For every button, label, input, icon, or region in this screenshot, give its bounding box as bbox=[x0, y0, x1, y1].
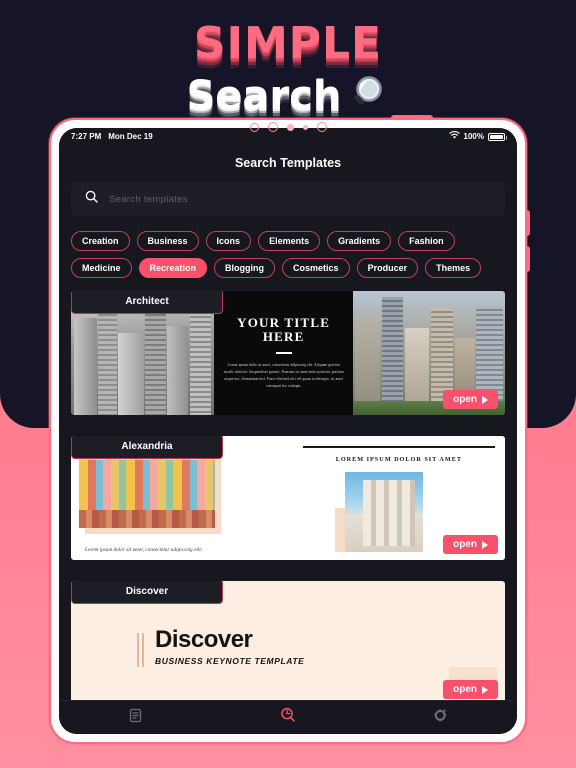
search-section: Search templates bbox=[59, 182, 517, 216]
hero-line-simple: SIMPLE bbox=[193, 18, 383, 69]
search-placeholder: Search templates bbox=[109, 193, 188, 205]
card-image-architecture bbox=[344, 472, 423, 552]
tag-recreation[interactable]: Recreation bbox=[138, 258, 208, 278]
status-bar-right: 100% bbox=[448, 131, 507, 142]
search-icon bbox=[280, 707, 296, 728]
tag-creation[interactable]: Creation bbox=[71, 231, 130, 251]
page-title: Search Templates bbox=[234, 156, 342, 170]
open-button-discover[interactable]: open bbox=[443, 680, 498, 699]
open-button-architect[interactable]: open bbox=[443, 390, 498, 409]
hero-title: SIMPLE Search bbox=[0, 18, 576, 122]
card-text-discover: Discover BUSINESS KEYNOTE TEMPLATE bbox=[155, 626, 305, 667]
nav-item-settings[interactable] bbox=[421, 705, 461, 731]
volume-up-button[interactable] bbox=[525, 210, 530, 236]
status-bar: 7:27 PM Mon Dec 19 100% bbox=[59, 128, 517, 145]
card-content-discover: Discover BUSINESS KEYNOTE TEMPLATE bbox=[71, 619, 505, 667]
nav-item-search[interactable] bbox=[268, 705, 308, 731]
open-button-alexandria[interactable]: open bbox=[443, 535, 498, 554]
nav-item-documents[interactable] bbox=[115, 705, 155, 731]
tag-icons[interactable]: Icons bbox=[205, 231, 252, 251]
document-list-icon bbox=[128, 708, 143, 728]
accent-bar-2 bbox=[142, 633, 144, 667]
card-title-discover: Discover bbox=[155, 626, 253, 653]
open-button-label: open bbox=[453, 684, 477, 695]
tag-fashion[interactable]: Fashion bbox=[398, 231, 455, 251]
tag-business[interactable]: Business bbox=[136, 231, 199, 251]
magnifier-icon bbox=[345, 72, 392, 122]
volume-down-button[interactable] bbox=[525, 246, 530, 272]
card-divider bbox=[275, 351, 292, 355]
tablet-device: 7:27 PM Mon Dec 19 100% Search Templates bbox=[49, 115, 530, 744]
accent-bars bbox=[137, 633, 144, 667]
tag-cosmetics[interactable]: Cosmetics bbox=[282, 258, 350, 278]
tag-elements[interactable]: Elements bbox=[258, 231, 321, 251]
search-input[interactable]: Search templates bbox=[71, 182, 505, 216]
battery-percent: 100% bbox=[463, 132, 484, 141]
card-caption-alexandria: Lorem ipsum dolor sit amet, consectetur … bbox=[85, 548, 203, 553]
play-triangle-icon bbox=[482, 395, 488, 404]
battery-full-icon bbox=[488, 132, 507, 141]
tag-blogging[interactable]: Blogging bbox=[214, 258, 276, 278]
tag-gradients[interactable]: Gradients bbox=[327, 231, 392, 251]
template-card-architect[interactable]: Architect YOUR TITLE HERE Lorem ipsum do bbox=[71, 291, 505, 415]
template-card-alexandria[interactable]: Alexandria Lorem ipsum dolor sit amet, c… bbox=[71, 436, 505, 560]
play-triangle-icon bbox=[482, 540, 488, 549]
tag-filter-list: Creation Business Icons Elements Gradien… bbox=[59, 216, 517, 291]
hero-line-search: Search bbox=[186, 73, 342, 119]
card-content-architect: YOUR TITLE HERE Lorem ipsum dolor sit am… bbox=[214, 291, 354, 415]
card-rule bbox=[302, 446, 495, 448]
tag-medicine[interactable]: Medicine bbox=[71, 258, 132, 278]
card-badge-architect: Architect bbox=[71, 291, 223, 314]
template-card-list: Architect YOUR TITLE HERE Lorem ipsum do bbox=[59, 291, 517, 700]
status-bar-left: 7:27 PM Mon Dec 19 bbox=[71, 132, 153, 141]
template-card-discover[interactable]: Discover Discover BUSINESS KEYNOTE TEMPL… bbox=[71, 581, 505, 700]
tag-themes[interactable]: Themes bbox=[425, 258, 482, 278]
card-heading-alexandria: LOREM IPSUM DOLOR SIT AMET bbox=[335, 456, 462, 463]
search-icon bbox=[85, 190, 98, 208]
card-body-architect: Lorem ipsum dolor sit amet, consectetur … bbox=[223, 363, 344, 389]
gear-icon bbox=[433, 707, 449, 728]
status-date: Mon Dec 19 bbox=[108, 132, 153, 141]
open-button-label: open bbox=[453, 539, 477, 550]
status-time: 7:27 PM bbox=[71, 132, 102, 141]
card-badge-discover: Discover bbox=[71, 581, 223, 604]
open-button-label: open bbox=[453, 394, 477, 405]
wifi-icon bbox=[448, 131, 460, 142]
bottom-navigation-bar bbox=[59, 700, 517, 734]
device-screen: 7:27 PM Mon Dec 19 100% Search Templates bbox=[59, 128, 517, 734]
play-triangle-icon bbox=[482, 685, 488, 694]
card-title-architect: YOUR TITLE HERE bbox=[237, 314, 331, 345]
accent-bar-1 bbox=[137, 633, 139, 667]
tag-producer[interactable]: Producer bbox=[356, 258, 419, 278]
hero-line-search-wrap: Search bbox=[186, 72, 392, 122]
card-subtitle-discover: BUSINESS KEYNOTE TEMPLATE bbox=[155, 656, 305, 666]
card-badge-alexandria: Alexandria bbox=[71, 436, 223, 459]
power-button[interactable] bbox=[391, 115, 433, 120]
